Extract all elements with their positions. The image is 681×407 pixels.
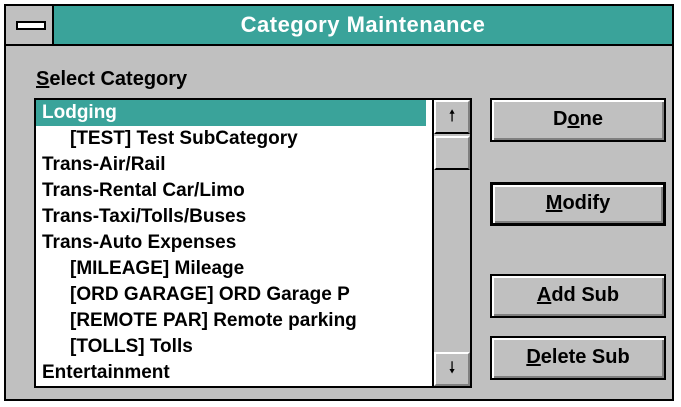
modify-button[interactable]: Modify — [490, 182, 666, 226]
system-menu-button[interactable] — [6, 6, 54, 44]
title-bar[interactable]: Category Maintenance — [6, 6, 672, 46]
arrow-down-icon: 🠗 — [448, 360, 456, 377]
arrow-up-icon: 🠕 — [448, 108, 456, 125]
select-category-accel: S — [36, 68, 50, 90]
category-list: Lodging [TEST] Test SubCategory Trans-Air/… — [36, 100, 426, 386]
subcategory-list-item[interactable]: [TOLLS] Tolls — [36, 334, 426, 360]
vertical-scrollbar[interactable]: 🠕 🠗 — [432, 100, 470, 386]
category-list-item[interactable]: Trans-Air/Rail — [36, 152, 426, 178]
category-list-item[interactable]: Trans-Taxi/Tolls/Buses — [36, 204, 426, 230]
scroll-thumb[interactable] — [434, 136, 470, 170]
add-sub-button-accel: A — [536, 284, 552, 306]
scroll-up-button[interactable]: 🠕 — [434, 100, 470, 134]
select-category-label-text: elect Category — [49, 68, 188, 90]
category-list-item[interactable]: Trans-Auto Expenses — [36, 230, 426, 256]
select-category-label: Select Category — [36, 68, 187, 91]
add-sub-button-label-post: dd Sub — [551, 284, 620, 306]
subcategory-list-item[interactable]: [MILEAGE] Mileage — [36, 256, 426, 282]
done-button[interactable]: Done — [490, 98, 666, 142]
category-listbox[interactable]: Lodging [TEST] Test SubCategory Trans-Air/… — [34, 98, 472, 388]
delete-sub-button-label-post: elete Sub — [540, 346, 630, 368]
subcategory-list-item[interactable]: [ORD GARAGE] ORD Garage P — [36, 282, 426, 308]
modify-button-accel: M — [545, 192, 563, 214]
subcategory-list-item[interactable]: [REMOTE PAR] Remote parking — [36, 308, 426, 334]
system-menu-icon — [16, 21, 46, 30]
done-button-label-pre: D — [552, 108, 568, 130]
category-maintenance-dialog: Category Maintenance Select Category Lod… — [4, 4, 674, 401]
delete-sub-button[interactable]: Delete Sub — [490, 336, 666, 380]
modify-button-label-post: odify — [562, 192, 611, 214]
category-list-item[interactable]: Lodging — [36, 100, 426, 126]
category-list-item[interactable]: Trans-Rental Car/Limo — [36, 178, 426, 204]
done-button-label-post: ne — [579, 108, 603, 130]
subcategory-list-item[interactable]: [TEST] Test SubCategory — [36, 126, 426, 152]
category-list-item[interactable]: Entertainment — [36, 360, 426, 386]
window-title: Category Maintenance — [240, 12, 486, 37]
delete-sub-button-accel: D — [526, 346, 541, 368]
done-button-accel: o — [567, 108, 580, 130]
add-sub-button[interactable]: Add Sub — [490, 274, 666, 318]
scroll-down-button[interactable]: 🠗 — [434, 352, 470, 386]
